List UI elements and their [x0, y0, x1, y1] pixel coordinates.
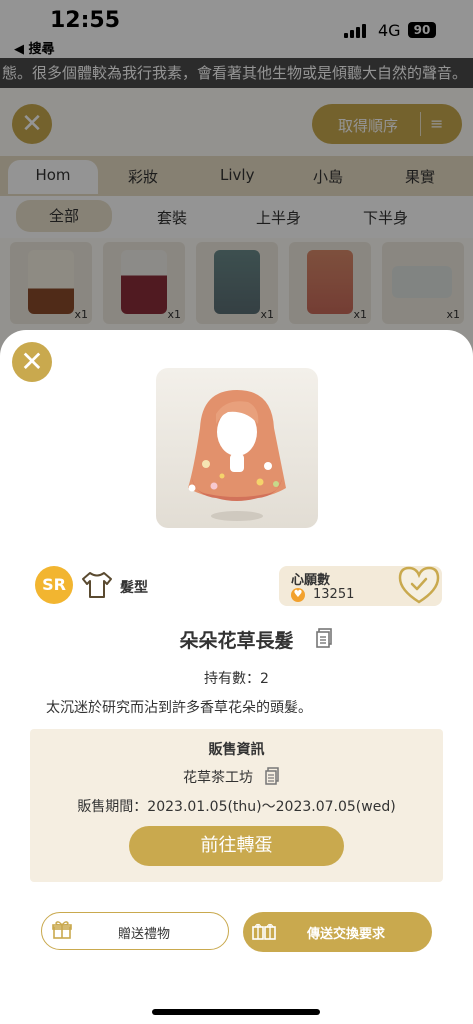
item-description: 太沉迷於研究而沾到許多香草花朵的頭髮。: [46, 700, 312, 716]
sale-period: 販售期間：2023.01.05(thu)～2023.07.05(wed): [77, 799, 396, 815]
close-icon[interactable]: ✕: [12, 342, 52, 382]
item-name: 朵朵花草長髮: [179, 630, 294, 652]
home-indicator[interactable]: [152, 1009, 320, 1015]
item-category-label: 髮型: [120, 580, 148, 596]
wish-count-title: 心願數: [291, 573, 331, 588]
copy-icon[interactable]: [316, 628, 332, 648]
send-trade-request-label: 傳送交換要求: [307, 927, 386, 942]
shop-name: 花草茶工坊: [183, 770, 253, 786]
go-to-gacha-button[interactable]: 前往轉蛋: [129, 826, 344, 866]
send-trade-request-button[interactable]: 傳送交換要求: [243, 912, 432, 952]
send-gift-label: 贈送禮物: [118, 927, 171, 942]
heart-icon: ♥: [291, 588, 305, 602]
sale-info-title: 販售資訊: [208, 742, 265, 758]
wish-count-value: 13251: [313, 587, 355, 602]
gift-icon: [52, 920, 72, 940]
item-preview-image: [156, 368, 318, 528]
rarity-badge: SR: [35, 566, 73, 604]
wishlist-heart-button[interactable]: [396, 564, 442, 606]
trade-icon: [251, 921, 277, 943]
copy-icon[interactable]: [265, 767, 279, 785]
owned-count: 持有數：2: [204, 671, 269, 687]
send-gift-button[interactable]: 贈送禮物: [41, 912, 229, 950]
shirt-icon: [80, 570, 114, 600]
